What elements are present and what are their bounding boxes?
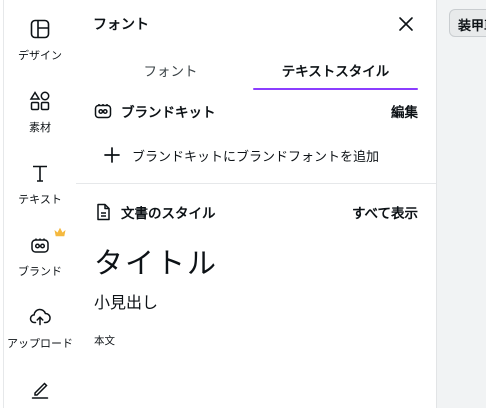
tab-text-styles[interactable]: テキストスタイル [253, 50, 418, 90]
crown-icon [54, 227, 66, 237]
edit-link[interactable]: 編集 [391, 101, 418, 121]
layout-icon [28, 17, 52, 41]
rail-item-design[interactable]: デザイン [4, 17, 76, 63]
rail-item-label: アップロード [7, 337, 73, 350]
close-button[interactable] [394, 12, 418, 36]
rail-item-label: 素材 [29, 121, 51, 134]
draw-icon [28, 377, 52, 401]
side-rail: デザイン 素材 テキスト ブランド アップロード [4, 0, 76, 408]
rail-item-text[interactable]: テキスト [4, 161, 76, 207]
close-icon [399, 17, 413, 31]
rail-item-label: テキスト [18, 193, 62, 206]
rail-item-uploads[interactable]: アップロード [4, 305, 76, 351]
panel-tabs: フォント テキストスタイル [88, 50, 418, 92]
panel-title: フォント [93, 17, 149, 33]
rail-item-brand[interactable]: ブランド [4, 227, 76, 279]
text-icon [28, 161, 52, 185]
brand-kit-icon [94, 104, 112, 119]
add-brand-font-label: ブランドキットにブランドフォントを追加 [132, 149, 380, 165]
document-styles-header: 文書のスタイル すべて表示 [93, 200, 418, 224]
brand-kit-title: ブランドキット [121, 105, 216, 121]
body-style-option[interactable]: 本文 [94, 333, 115, 348]
title-style-option[interactable]: タイトル [94, 240, 218, 282]
cloud-upload-icon [28, 305, 52, 329]
document-styles-title: 文書のスタイル [121, 206, 216, 222]
rail-item-elements[interactable]: 素材 [4, 89, 76, 135]
active-tab-indicator [253, 88, 418, 90]
section-divider [76, 183, 436, 184]
add-brand-font-button[interactable]: ブランドキットにブランドフォントを追加 [102, 143, 379, 167]
tab-fonts[interactable]: フォント [88, 50, 253, 90]
canvas-area: 装甲車 [436, 0, 486, 408]
document-icon [97, 203, 110, 221]
rail-item-draw[interactable] [4, 377, 76, 401]
rail-item-label: ブランド [18, 265, 62, 278]
elements-icon [28, 89, 52, 113]
subheading-style-option[interactable]: 小見出し [94, 289, 158, 313]
plus-icon [104, 147, 120, 163]
brand-kit-header: ブランドキット 編集 [93, 99, 418, 123]
rail-item-label: デザイン [18, 49, 62, 62]
canvas-page-button[interactable]: 装甲車 [449, 9, 486, 37]
brand-icon [28, 233, 52, 257]
see-all-link[interactable]: すべて表示 [352, 202, 418, 222]
text-panel: フォント フォント テキストスタイル ブランドキット 編集 ブランドキットにブラ… [76, 0, 436, 408]
